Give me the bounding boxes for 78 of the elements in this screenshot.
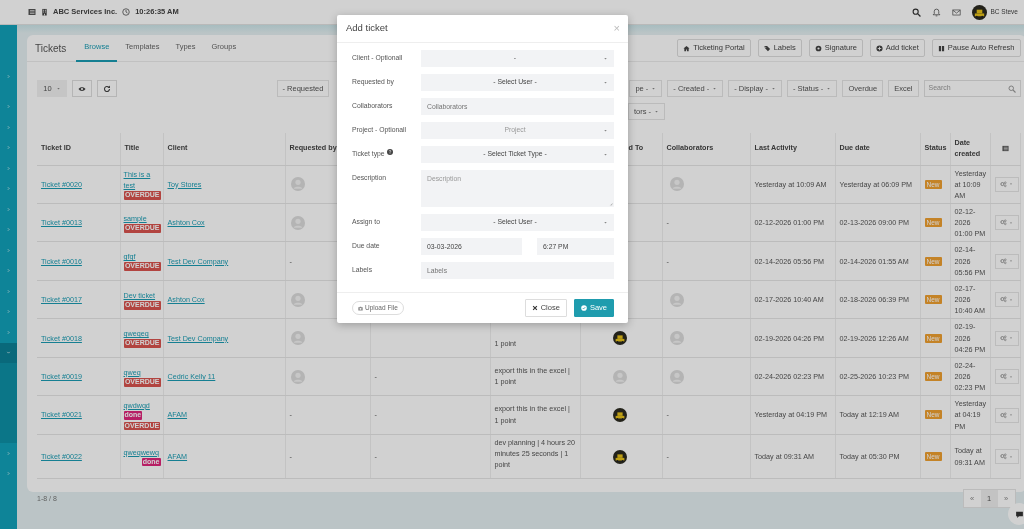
chevron-right-icon (6, 329, 11, 335)
row-actions-button[interactable] (994, 292, 1019, 308)
caret-icon (603, 56, 608, 61)
gears-icon (1000, 257, 1007, 265)
search-icon (911, 7, 921, 17)
user-avatar-icon (290, 292, 305, 307)
menu-icon (28, 8, 36, 16)
refresh-icon (103, 84, 111, 93)
check-circle-icon (580, 305, 587, 311)
chevron-right-icon (6, 186, 11, 192)
mail-icon (951, 7, 961, 17)
tags-icon (763, 44, 771, 52)
building-icon (41, 8, 48, 16)
pause-icon (937, 44, 945, 52)
chevron-right-icon (6, 471, 11, 477)
user-avatar-icon (669, 369, 684, 384)
circle-icon (814, 44, 822, 52)
chevron-right-icon (6, 247, 11, 253)
user-avatar-icon (669, 292, 684, 307)
caret-icon (603, 220, 608, 225)
chevron-right-icon (6, 165, 11, 171)
caret-icon (603, 128, 608, 133)
gears-icon (1000, 334, 1007, 342)
emblem-avatar-icon (612, 449, 627, 464)
chevron-right-icon (6, 104, 11, 110)
clock-icon (122, 8, 131, 16)
row-actions-button[interactable] (994, 449, 1019, 464)
user-avatar-icon (612, 369, 627, 384)
page-title: Tickets (35, 41, 67, 56)
menu-icon (1001, 145, 1009, 153)
gears-icon (1000, 373, 1007, 381)
caret-icon (55, 86, 61, 91)
chevron-right-icon (6, 450, 11, 456)
chevron-down-icon (6, 350, 11, 356)
gears-icon (1000, 296, 1007, 304)
camera-icon (358, 305, 363, 311)
dialog-title: Add ticket (346, 21, 388, 36)
user-avatar-icon (290, 215, 305, 230)
close-button[interactable]: × (613, 23, 620, 34)
user-avatar-icon (290, 177, 305, 192)
user-avatar-icon (669, 177, 684, 192)
row-actions-button[interactable] (994, 215, 1019, 231)
chevron-right-icon (6, 73, 11, 79)
bell-icon (931, 7, 941, 17)
visibility-button[interactable] (72, 80, 92, 97)
chevron-right-icon (6, 206, 11, 212)
user-avatar-icon (669, 331, 684, 346)
chevron-right-icon (6, 268, 11, 274)
resize-icon (608, 201, 613, 206)
gears-icon (1000, 219, 1007, 227)
emblem-avatar-icon (612, 408, 627, 423)
row-actions-button[interactable] (994, 176, 1019, 192)
sidebar-item[interactable] (0, 342, 17, 363)
row-actions-button[interactable] (994, 407, 1019, 423)
caret-icon (603, 152, 608, 157)
refresh-button[interactable] (97, 80, 117, 97)
eye-icon (78, 84, 86, 93)
row-actions-button[interactable] (994, 330, 1019, 346)
plus-circle-icon (875, 44, 883, 52)
emblem-avatar-icon (971, 4, 987, 20)
chevron-right-icon (6, 227, 11, 233)
user-avatar-icon (290, 331, 305, 346)
caret-icon (603, 80, 608, 85)
row-actions-button[interactable] (994, 369, 1019, 385)
gears-icon (1000, 411, 1007, 419)
gears-icon (1000, 180, 1007, 188)
row-actions-button[interactable] (994, 253, 1019, 269)
search-icon (1007, 84, 1016, 93)
chevron-right-icon (6, 309, 11, 315)
chevron-right-icon (6, 288, 11, 294)
chevron-right-icon (6, 145, 11, 151)
home-icon (683, 44, 691, 52)
close-icon (531, 305, 538, 311)
emblem-avatar-icon (612, 331, 627, 346)
user-avatar-icon (290, 369, 305, 384)
gears-icon (1000, 453, 1007, 460)
chevron-right-icon (6, 124, 11, 130)
chat-icon (1014, 509, 1024, 519)
